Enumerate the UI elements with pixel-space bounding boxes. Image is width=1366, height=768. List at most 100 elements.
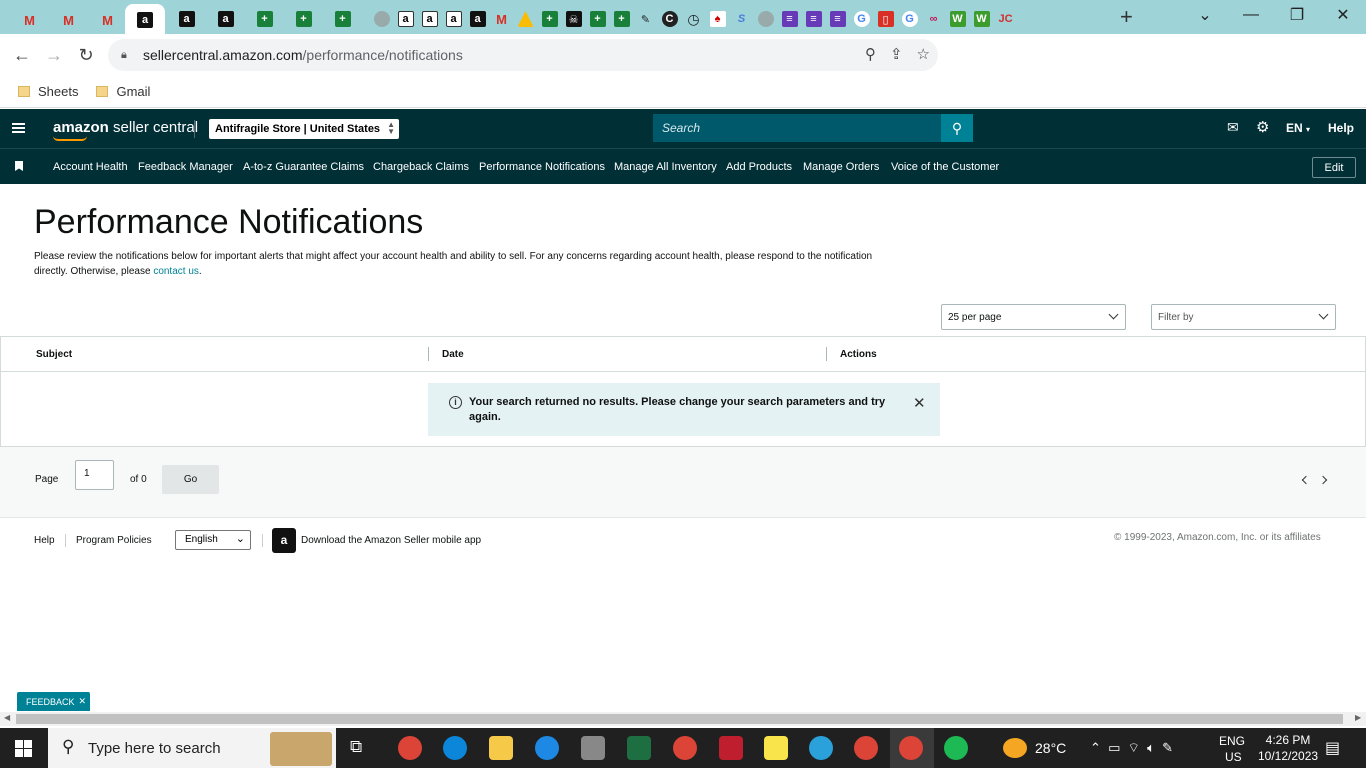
scroll-right-icon[interactable]: ▶ — [1355, 713, 1361, 722]
sticky-notes-icon[interactable] — [764, 736, 788, 760]
windows-start-icon[interactable] — [15, 740, 32, 757]
bookmark-star-icon[interactable]: ☆ — [917, 45, 930, 63]
tab-sheets[interactable]: + — [610, 8, 633, 30]
tab-misc[interactable]: C — [658, 8, 681, 30]
forward-button[interactable]: → — [38, 39, 70, 71]
footer-program-policies-link[interactable]: Program Policies — [76, 535, 152, 546]
share-icon[interactable]: ⇪ — [890, 45, 903, 63]
restore-button[interactable]: ❐ — [1274, 0, 1320, 30]
contact-us-link[interactable]: contact us — [153, 266, 199, 277]
zoom-app-icon[interactable] — [535, 736, 559, 760]
bookmark-icon[interactable] — [15, 161, 23, 171]
download-app-link[interactable]: Download the Amazon Seller mobile app — [301, 535, 481, 546]
horizontal-scrollbar[interactable]: ◀ ▶ — [0, 712, 1366, 726]
tab-misc[interactable]: ▯ — [874, 8, 897, 30]
tab-sheets[interactable]: + — [331, 8, 354, 30]
search-input[interactable]: Search — [653, 114, 941, 142]
tab-misc[interactable]: ♠ — [706, 8, 729, 30]
hamburger-menu-icon[interactable] — [12, 123, 25, 133]
next-page-icon[interactable] — [1318, 475, 1328, 485]
amazon-seller-app-icon[interactable]: a — [272, 528, 296, 553]
clock[interactable]: 4:26 PM 10/12/2023 — [1258, 732, 1318, 764]
tab-misc[interactable]: ◷ — [682, 8, 705, 30]
zoom-icon[interactable]: ⚲ — [865, 45, 876, 63]
edit-nav-button[interactable]: Edit — [1312, 157, 1356, 178]
tab-google[interactable]: G — [898, 8, 921, 30]
taskbar-search[interactable]: ⚲ Type here to search — [48, 728, 336, 768]
nav-performance-notifications[interactable]: Performance Notifications — [479, 161, 605, 173]
tab-sheets[interactable]: + — [292, 8, 315, 30]
tab-gmail[interactable]: M — [96, 9, 119, 31]
chrome-profile-icon[interactable] — [854, 736, 878, 760]
nav-manage-inventory[interactable]: Manage All Inventory — [614, 161, 717, 173]
nav-voice-of-customer[interactable]: Voice of the Customer — [891, 161, 999, 173]
telegram-icon[interactable] — [809, 736, 833, 760]
tab-misc[interactable]: ✎ — [634, 8, 657, 30]
tab-gmail[interactable]: M — [18, 9, 41, 31]
tray-icons[interactable]: ⌃ ▭ ⌔ 🔈︎ ✎ — [1090, 728, 1173, 768]
filter-select[interactable]: Filter by — [1151, 304, 1336, 330]
task-view-icon[interactable]: ⧉ — [350, 737, 362, 757]
weather-widget[interactable]: 28°C — [1003, 728, 1066, 768]
tab-forms[interactable]: ≡ — [802, 8, 825, 30]
input-language[interactable]: ENG US — [1219, 733, 1245, 765]
file-explorer-icon[interactable] — [489, 736, 513, 760]
column-date[interactable]: Date — [442, 349, 464, 360]
per-page-select[interactable]: 25 per page — [941, 304, 1126, 330]
tab-sheets[interactable]: + — [538, 8, 561, 30]
excel-icon[interactable] — [627, 736, 651, 760]
reload-button[interactable]: ↻ — [70, 39, 102, 71]
minimize-button[interactable]: — — [1228, 0, 1274, 30]
nav-chargeback-claims[interactable]: Chargeback Claims — [373, 161, 469, 173]
scrollbar-thumb[interactable] — [16, 714, 1343, 724]
footer-language-select[interactable]: English ⌄ — [175, 530, 251, 550]
nav-add-products[interactable]: Add Products — [726, 161, 792, 173]
tab-forms[interactable]: ≡ — [778, 8, 801, 30]
close-icon[interactable]: ✕ — [913, 394, 926, 412]
close-window-button[interactable]: ✕ — [1320, 0, 1366, 30]
tab-search-button[interactable]: ⌄ — [1182, 0, 1228, 30]
address-bar[interactable]: 🔒︎ sellercentral.amazon.com/performance/… — [108, 39, 938, 71]
tab-gmail[interactable]: M — [57, 9, 80, 31]
nav-account-health[interactable]: Account Health — [53, 161, 128, 173]
tab-amazon[interactable]: a — [418, 8, 441, 30]
feedback-tab[interactable]: FEEDBACK ✕ — [17, 692, 90, 711]
store-selector[interactable]: Antifragile Store | United States ▲ ▼ — [209, 119, 399, 139]
seller-central-logo[interactable]: amazon seller central — [53, 119, 198, 136]
bookmark-sheets[interactable]: Sheets — [18, 84, 78, 99]
new-tab-button[interactable]: + — [1120, 4, 1133, 30]
footer-help-link[interactable]: Help — [34, 535, 55, 546]
tab-drive[interactable] — [514, 8, 537, 30]
gear-icon[interactable]: ⚙ — [1256, 118, 1269, 136]
tab-amazon[interactable]: a — [214, 8, 237, 30]
search-button[interactable]: ⚲ — [941, 114, 973, 142]
tab-gmail[interactable]: M — [490, 8, 513, 30]
prev-page-icon[interactable] — [1301, 475, 1311, 485]
tab-misc[interactable]: W — [946, 8, 969, 30]
column-subject[interactable]: Subject — [36, 349, 72, 360]
calculator-icon[interactable] — [581, 736, 605, 760]
tab-sheets[interactable]: + — [253, 8, 276, 30]
tab-misc[interactable] — [370, 8, 393, 30]
close-icon[interactable]: ✕ — [79, 696, 87, 707]
nav-feedback-manager[interactable]: Feedback Manager — [138, 161, 233, 173]
go-button[interactable]: Go — [162, 465, 219, 494]
tab-misc[interactable]: ∞ — [922, 8, 945, 30]
tab-amazon[interactable]: a — [442, 8, 465, 30]
chrome-active-icon[interactable] — [899, 736, 923, 760]
tab-forms[interactable]: ≡ — [826, 8, 849, 30]
edge-icon[interactable] — [443, 736, 467, 760]
language-selector[interactable]: EN ▾ — [1286, 121, 1310, 135]
nav-manage-orders[interactable]: Manage Orders — [803, 161, 879, 173]
bookmark-gmail[interactable]: Gmail — [96, 84, 150, 99]
chrome-icon[interactable] — [398, 736, 422, 760]
tab-misc[interactable] — [754, 8, 777, 30]
spotify-icon[interactable] — [944, 736, 968, 760]
tab-misc[interactable]: ☠ — [562, 8, 585, 30]
tab-amazon[interactable]: a — [175, 8, 198, 30]
back-button[interactable]: ← — [6, 39, 38, 71]
tab-amazon[interactable]: a — [466, 8, 489, 30]
notifications-icon[interactable]: ▤ — [1325, 738, 1340, 758]
tab-amazon[interactable]: a — [394, 8, 417, 30]
tab-google[interactable]: G — [850, 8, 873, 30]
